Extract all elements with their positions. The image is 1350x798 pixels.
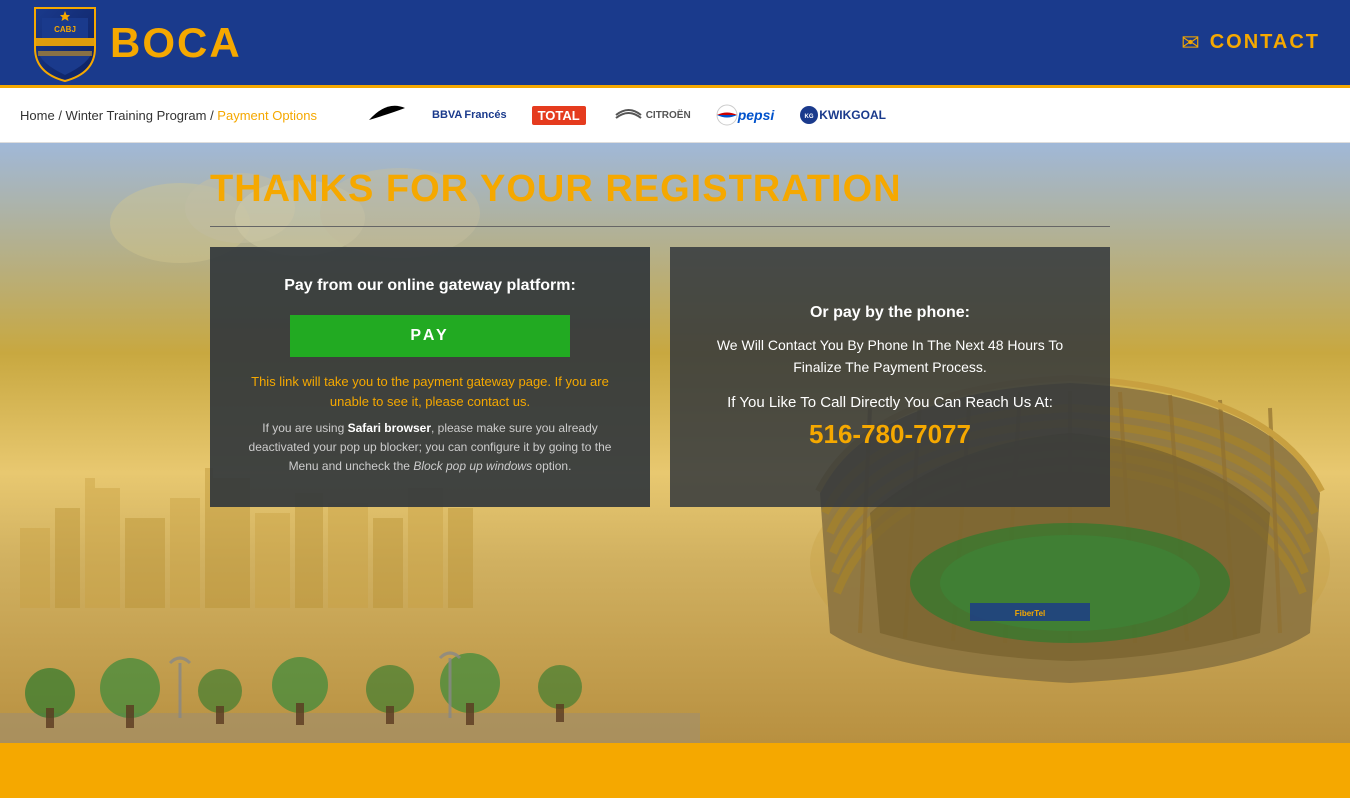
safari-info: If you are using Safari browser, please … [235,419,625,477]
breadcrumb-program[interactable]: Winter Training Program [66,108,207,123]
svg-text:CABJ: CABJ [54,25,76,34]
phone-description: We Will Contact You By Phone In The Next… [695,334,1085,379]
kwikgoal-icon: KG [799,105,819,125]
boca-logo-text: BOCA [110,19,242,67]
info-text-1: If you are using [262,421,347,435]
contact-button[interactable]: ✉ CONTACT [1181,30,1320,56]
sponsor-citroen: CITROËN [611,105,691,125]
email-icon: ✉ [1181,30,1199,56]
sponsor-nike [367,105,407,125]
phone-payment-card: Or pay by the phone: We Will Contact You… [670,247,1110,507]
nike-icon [367,105,407,125]
main-content: THANKS FOR YOUR REGISTRATION Pay from ou… [0,143,1350,507]
pepsi-circle-icon [716,104,738,126]
block-popup-italic: Block pop up windows [413,459,532,473]
breadcrumb-current: Payment Options [217,108,317,123]
logo-area: CABJ BOCA [30,3,242,83]
nav-bar: Home / Winter Training Program / Payment… [0,88,1350,143]
footer [0,743,1350,798]
page-title: THANKS FOR YOUR REGISTRATION [210,168,1350,211]
svg-text:KG: KG [805,114,814,120]
safari-bold: Safari browser [348,421,431,435]
payment-warning: This link will take you to the payment g… [235,372,625,411]
payment-cards: Pay from our online gateway platform: PA… [210,247,1150,507]
info-text-3: option. [532,459,571,473]
call-directly-text: If You Like To Call Directly You Can Rea… [727,394,1053,411]
sponsors-bar: BBVA Francés TOTAL CITROËN pepsi [367,104,886,126]
phone-number: 516-780-7077 [809,419,971,450]
trees-decoration [0,613,750,743]
sponsor-bbva: BBVA Francés [432,109,507,121]
online-payment-card: Pay from our online gateway platform: PA… [210,247,650,507]
club-logo: CABJ [30,3,100,83]
sponsor-pepsi: pepsi [716,104,775,126]
pay-button[interactable]: PAY [290,315,570,357]
breadcrumb-home[interactable]: Home [20,108,55,123]
header: CABJ BOCA ✉ CONTACT [0,0,1350,88]
citroen-icon [611,105,646,125]
phone-payment-title: Or pay by the phone: [810,304,970,322]
hero-section: FiberTel [0,143,1350,743]
sponsor-total: TOTAL [532,106,586,125]
online-payment-title: Pay from our online gateway platform: [284,277,576,295]
title-divider [210,226,1110,227]
contact-label: CONTACT [1210,31,1320,54]
sponsor-kwikgoal: KG KWIKGOAL [799,105,886,125]
breadcrumb-sep1: / [58,108,65,123]
breadcrumb: Home / Winter Training Program / Payment… [20,108,317,123]
